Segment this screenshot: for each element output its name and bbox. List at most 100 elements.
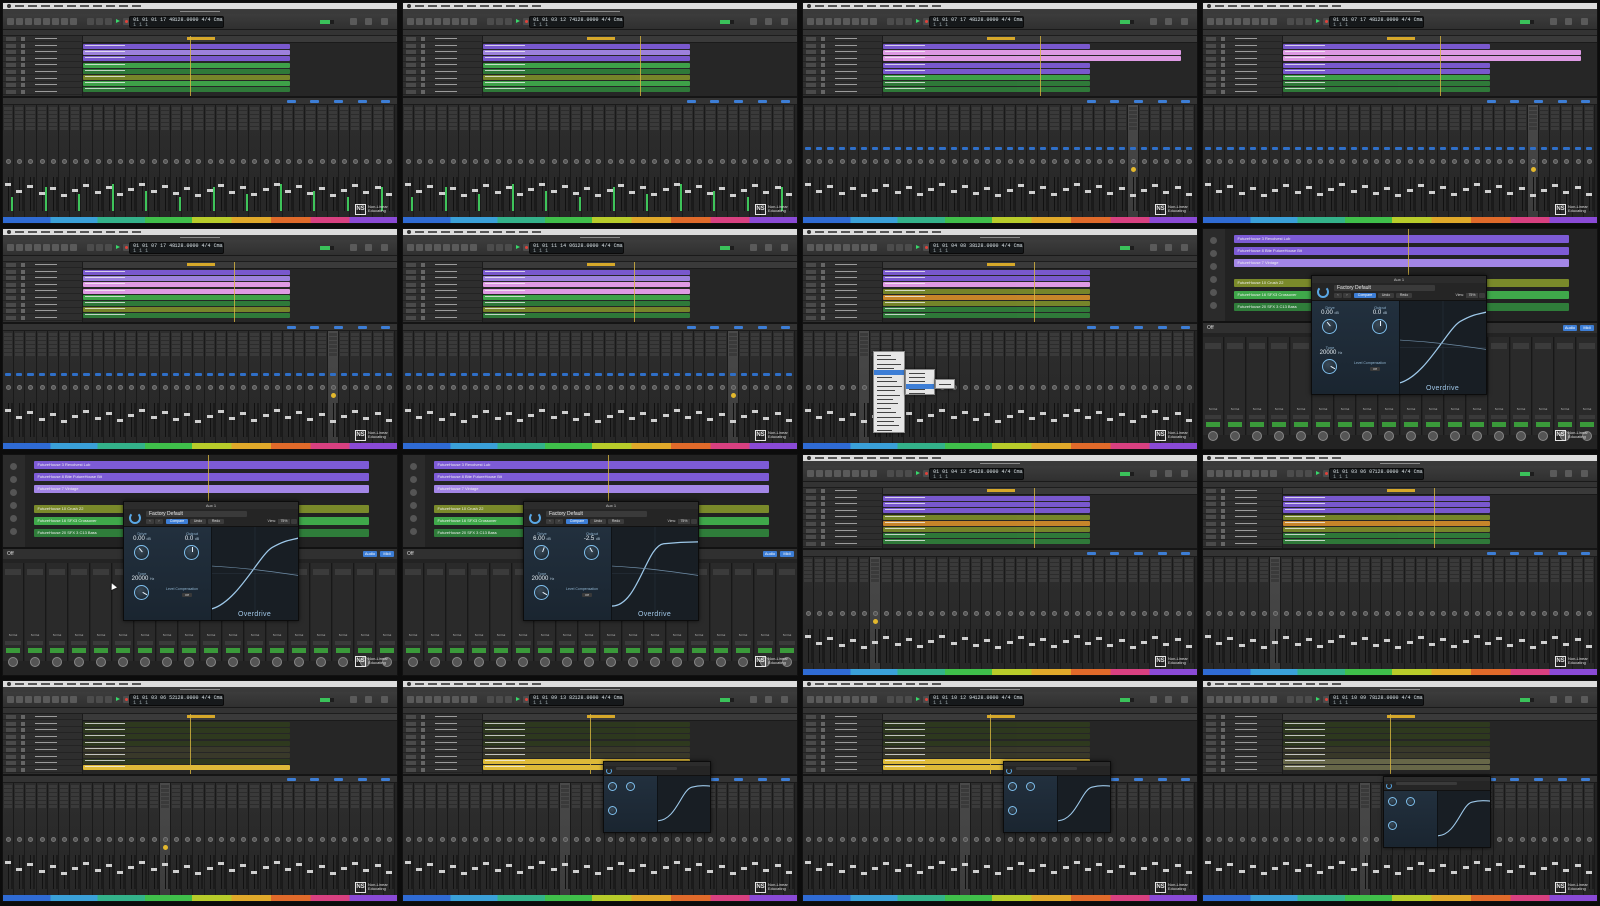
send-slot[interactable] [805, 147, 812, 150]
plugin-slot[interactable] [815, 123, 824, 126]
plugin-slot[interactable] [972, 567, 981, 570]
plugin-slot[interactable] [471, 341, 480, 344]
send-slot[interactable] [150, 373, 157, 376]
plugin-slot[interactable] [938, 337, 947, 340]
plugin-slot[interactable] [1316, 115, 1325, 118]
plugin-slot[interactable] [426, 115, 435, 118]
plugin-slot[interactable] [437, 107, 446, 110]
playhead[interactable] [233, 262, 235, 322]
send-slot[interactable] [1305, 147, 1312, 150]
automation-read-button[interactable] [1228, 422, 1242, 427]
pan-knob[interactable] [84, 159, 90, 164]
plugin-slot[interactable] [93, 569, 109, 575]
plugin-slot[interactable] [194, 111, 203, 114]
plugin-slot[interactable] [415, 345, 424, 348]
send-slot[interactable] [1118, 147, 1125, 150]
menu-item[interactable] [1280, 5, 1289, 7]
plugin-slot[interactable] [1551, 111, 1560, 114]
plugin-slot[interactable] [1215, 107, 1224, 110]
track-header[interactable] [403, 82, 482, 89]
plugin-slot[interactable] [560, 333, 569, 336]
plugin-slot[interactable] [1173, 127, 1182, 130]
plugin-slot[interactable] [949, 111, 958, 114]
plugin-slot[interactable] [1016, 119, 1025, 122]
plugin-slot[interactable] [804, 111, 813, 114]
apple-icon[interactable] [807, 4, 811, 8]
pan-knob[interactable] [8, 657, 18, 667]
rewind-button[interactable] [887, 470, 894, 477]
menu-item[interactable] [80, 231, 89, 233]
plugin-slot[interactable] [437, 349, 446, 352]
plugin-slot[interactable] [871, 119, 880, 122]
send-slot[interactable] [139, 373, 146, 376]
plugin-slot[interactable] [471, 349, 480, 352]
channel-strip[interactable] [772, 105, 784, 217]
plugin-slot[interactable] [916, 127, 925, 130]
plugin-slot[interactable] [740, 123, 749, 126]
plugin-slot[interactable] [1461, 111, 1470, 114]
pan-knob[interactable] [452, 657, 462, 667]
toolbar-button[interactable] [1261, 18, 1268, 25]
plugin-slot[interactable] [26, 353, 35, 356]
plugin-slot[interactable] [1050, 571, 1059, 574]
plugin-slot[interactable] [1039, 119, 1048, 122]
plugin-slot[interactable] [228, 345, 237, 348]
plugin-slot[interactable] [605, 111, 614, 114]
send-slot[interactable] [606, 373, 613, 376]
plugin-slot[interactable] [1226, 571, 1235, 574]
plugin-slot[interactable] [1039, 111, 1048, 114]
region[interactable] [883, 282, 1091, 288]
plugin-slot[interactable] [650, 111, 659, 114]
mixer-filter-button[interactable] [1157, 100, 1167, 103]
plugin-slot[interactable] [893, 123, 902, 126]
plugin-slot[interactable] [4, 333, 13, 336]
mute-solo-buttons[interactable] [806, 508, 816, 513]
pan-knob[interactable] [1007, 611, 1013, 616]
channel-strip[interactable] [1027, 105, 1039, 217]
plugin-slot[interactable] [893, 559, 902, 562]
mixer-filter-button[interactable] [1110, 552, 1120, 555]
plugin-slot[interactable] [1495, 107, 1504, 110]
plugin-slot[interactable] [549, 107, 558, 110]
apple-icon[interactable] [807, 230, 811, 234]
mute-solo-buttons[interactable] [1206, 63, 1216, 68]
region[interactable]: FutureHouse 8 Bite FutureHouse Bit [434, 473, 770, 481]
plugin-slot[interactable] [960, 571, 969, 574]
pan-knob[interactable] [518, 385, 523, 390]
pan-knob[interactable] [140, 159, 146, 164]
plugin-slot[interactable] [983, 119, 992, 122]
plugin-slot[interactable] [493, 115, 502, 118]
mixer-filter-button[interactable] [1510, 100, 1520, 103]
plugin-slot[interactable] [160, 345, 169, 348]
plugin-slot[interactable] [826, 337, 835, 340]
pan-knob[interactable] [484, 159, 490, 164]
plugin-slot[interactable] [583, 107, 592, 110]
channel-strip[interactable] [1270, 105, 1282, 217]
plugin-slot[interactable] [1562, 107, 1571, 110]
plugin-slot[interactable] [938, 563, 947, 566]
send-slot[interactable] [472, 373, 479, 376]
send-slot[interactable] [1462, 147, 1469, 150]
plugin-slot[interactable] [1084, 341, 1093, 344]
plugin-slot[interactable] [205, 345, 214, 348]
plugin-slot[interactable] [93, 349, 102, 352]
plugin-slot[interactable] [239, 337, 248, 340]
plugin-slot[interactable] [916, 107, 925, 110]
plugin-slot[interactable] [93, 333, 102, 336]
plugin-slot[interactable] [448, 333, 457, 336]
plugin-slot[interactable] [216, 107, 225, 110]
channel-strip[interactable] [1094, 105, 1106, 217]
plugin-slot[interactable] [1383, 119, 1392, 122]
channel-strip[interactable]: St Out [1291, 337, 1312, 441]
toolbar-button[interactable] [870, 470, 877, 477]
channel-strip[interactable]: St Out [1577, 337, 1597, 441]
send-slot[interactable] [1473, 147, 1480, 150]
track-header[interactable] [3, 315, 82, 321]
channel-strip[interactable] [1127, 331, 1139, 443]
plugin-slot[interactable] [460, 333, 469, 336]
channel-strip[interactable] [982, 331, 994, 443]
channel-strip[interactable] [803, 557, 815, 669]
plugin-slot[interactable] [1383, 567, 1392, 570]
channel-strip[interactable]: St Out [377, 563, 397, 667]
pan-knob[interactable] [618, 159, 624, 164]
